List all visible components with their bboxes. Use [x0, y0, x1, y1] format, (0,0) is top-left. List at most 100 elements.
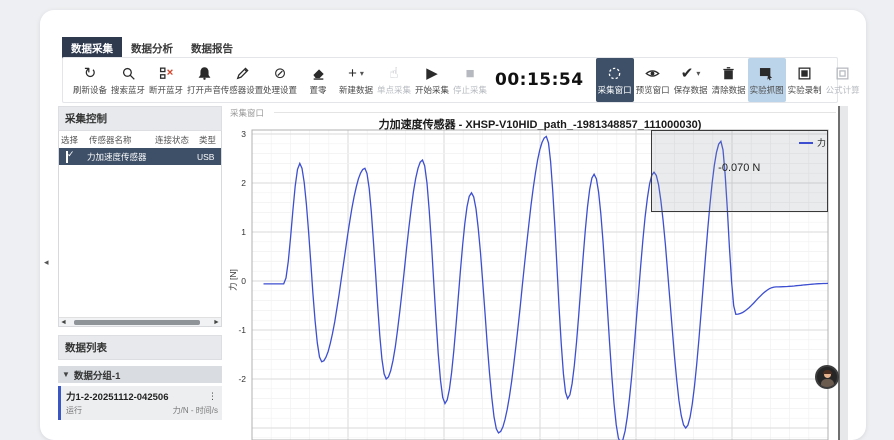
- collect-window-button[interactable]: 采集窗口: [596, 58, 634, 102]
- preview-window-button-label: 预览窗口: [636, 84, 670, 96]
- collection-timer: 00:15:54: [495, 70, 584, 90]
- measurement-annotation: -0.070 N: [718, 162, 760, 174]
- refresh-device-button[interactable]: ↻ 刷新设备: [71, 58, 109, 102]
- compass-icon: ⊘: [274, 65, 287, 82]
- sensor-row[interactable]: 力加速度传感器 USB: [59, 148, 221, 165]
- data-list-title: 数据列表: [58, 335, 222, 360]
- formula-calc-button-label: 公式计算: [826, 84, 860, 96]
- save-data-button[interactable]: ✔▾ 保存数据: [672, 58, 710, 102]
- stop-collect-button-label: 停止采集: [453, 84, 487, 96]
- open-sound-button[interactable]: 打开声音: [185, 58, 223, 102]
- item-menu-icon[interactable]: ⋮: [207, 391, 218, 402]
- preview-window-button[interactable]: 预览窗口: [634, 58, 672, 102]
- data-list-item[interactable]: 力1-2-20251112-042506⋮ 运行 力/N - 时间/s: [58, 386, 222, 420]
- refresh-icon: ↻: [84, 65, 97, 82]
- sidebar-collapse-arrow[interactable]: ◂: [44, 257, 49, 268]
- app-window: 数据采集数据分析数据报告 ↻刷新设备搜索蓝牙断开蓝牙打开声音传感器设置⊘处理设置…: [40, 10, 866, 440]
- sensor-table-empty-area: [59, 165, 221, 317]
- disconnect-bluetooth-button-label: 断开蓝牙: [149, 84, 183, 96]
- column-header: 选择: [59, 134, 87, 146]
- legend-line-swatch: [799, 142, 813, 144]
- bell-icon: [197, 66, 212, 81]
- y-tick-label: -1: [226, 325, 246, 335]
- stop-collect-button[interactable]: ■ 停止采集: [451, 58, 489, 102]
- single-point-button[interactable]: ☝ 单点采集: [375, 58, 413, 102]
- exp-record-button-label: 实验录制: [788, 84, 822, 96]
- new-data-button-label: 新建数据: [339, 84, 373, 96]
- y-tick-label: 2: [226, 178, 246, 188]
- record-icon: [797, 66, 812, 81]
- column-header: 连接状态: [153, 134, 197, 146]
- sensor-settings-button-label: 传感器设置: [221, 84, 264, 96]
- single-point-button-label: 单点采集: [377, 84, 411, 96]
- dropdown-caret-icon[interactable]: ▾: [360, 65, 364, 82]
- sensor-checkbox[interactable]: [66, 151, 68, 163]
- user-avatar-button[interactable]: [815, 365, 839, 389]
- process-settings-button[interactable]: ⊘ 处理设置: [261, 58, 299, 102]
- new-data-button[interactable]: +▾ 新建数据: [337, 58, 375, 102]
- sensor-table: 选择传感器名称连接状态类型 力加速度传感器 USB ◄ ►: [58, 131, 222, 327]
- column-header: 传感器名称: [87, 134, 153, 146]
- clear-data-button[interactable]: 清除数据: [710, 58, 748, 102]
- sensor-name: 力加速度传感器: [87, 151, 153, 163]
- stop-icon: ■: [465, 65, 474, 82]
- capture-icon: [759, 66, 774, 81]
- hand-icon: ☝: [389, 65, 398, 82]
- data-list-panel: 数据列表 ▼ 数据分组-1 力1-2-20251112-042506⋮ 运行 力/N…: [58, 335, 222, 420]
- zero-icon: [311, 66, 326, 81]
- process-settings-button-label: 处理设置: [263, 84, 297, 96]
- collect-window-button-label: 采集窗口: [598, 84, 632, 96]
- clear-data-button-label: 清除数据: [712, 84, 746, 96]
- dashed-circle-icon: [607, 66, 622, 81]
- scroll-left-icon[interactable]: ◄: [59, 319, 68, 326]
- dropdown-caret-icon[interactable]: ▾: [696, 65, 700, 82]
- collect-control-title: 采集控制: [58, 106, 222, 131]
- sidebar: 采集控制 选择传感器名称连接状态类型 力加速度传感器 USB ◄ ► 数据列表 ▼…: [58, 106, 222, 420]
- sensor-type: USB: [197, 152, 221, 162]
- exp-capture-button[interactable]: 实验抓图: [748, 58, 786, 102]
- toolbar: ↻刷新设备搜索蓝牙断开蓝牙打开声音传感器设置⊘处理设置置零+▾新建数据☝单点采集…: [62, 57, 838, 103]
- chevron-down-icon: ▼: [62, 370, 70, 379]
- plus-icon: +: [348, 65, 357, 82]
- formula-calc-button[interactable]: 公式计算: [824, 58, 862, 102]
- trash-icon: [721, 66, 736, 81]
- start-collect-button-label: 开始采集: [415, 84, 449, 96]
- bluetooth-off-icon: [159, 66, 174, 81]
- refresh-device-button-label: 刷新设备: [73, 84, 107, 96]
- data-item-axes: 力/N - 时间/s: [173, 405, 218, 416]
- chart-panel: 采集窗口 力加速度传感器 - XHSP-V10HID_path_-1981348…: [226, 106, 838, 440]
- sensor-settings-button[interactable]: 传感器设置: [223, 58, 261, 102]
- vertical-scrollbar[interactable]: [838, 106, 848, 440]
- y-tick-label: 0: [226, 276, 246, 286]
- y-tick-label: 3: [226, 129, 246, 139]
- start-collect-button[interactable]: ▶ 开始采集: [413, 58, 451, 102]
- legend-label: 力: [817, 136, 826, 149]
- y-tick-label: -2: [226, 374, 246, 384]
- data-group-label: 数据分组-1: [74, 368, 120, 382]
- data-item-status: 运行: [66, 405, 82, 416]
- scroll-right-icon[interactable]: ►: [212, 319, 221, 326]
- y-tick-label: 1: [226, 227, 246, 237]
- data-item-title: 力1-2-20251112-042506: [66, 389, 207, 403]
- eye-icon: [645, 66, 660, 81]
- search-bluetooth-button[interactable]: 搜索蓝牙: [109, 58, 147, 102]
- set-zero-button[interactable]: 置零: [299, 58, 337, 102]
- check-icon: ✔: [681, 65, 694, 82]
- save-data-button-label: 保存数据: [674, 84, 708, 96]
- chart-legend: 力: [799, 136, 826, 149]
- play-icon: ▶: [426, 65, 438, 82]
- sensor-icon: [235, 66, 250, 81]
- data-group-row[interactable]: ▼ 数据分组-1: [58, 366, 222, 383]
- sensor-table-header: 选择传感器名称连接状态类型: [59, 131, 221, 148]
- search-icon: [121, 66, 136, 81]
- horizontal-scrollbar[interactable]: ◄ ►: [59, 317, 221, 326]
- exp-record-button[interactable]: 实验录制: [786, 58, 824, 102]
- open-sound-button-label: 打开声音: [187, 84, 221, 96]
- disconnect-bluetooth-button[interactable]: 断开蓝牙: [147, 58, 185, 102]
- search-bluetooth-button-label: 搜索蓝牙: [111, 84, 145, 96]
- set-zero-button-label: 置零: [309, 84, 326, 96]
- exp-capture-button-label: 实验抓图: [750, 84, 784, 96]
- groupbox-border: [274, 112, 836, 113]
- scrollbar-thumb[interactable]: [74, 320, 201, 325]
- column-header: 类型: [197, 134, 221, 146]
